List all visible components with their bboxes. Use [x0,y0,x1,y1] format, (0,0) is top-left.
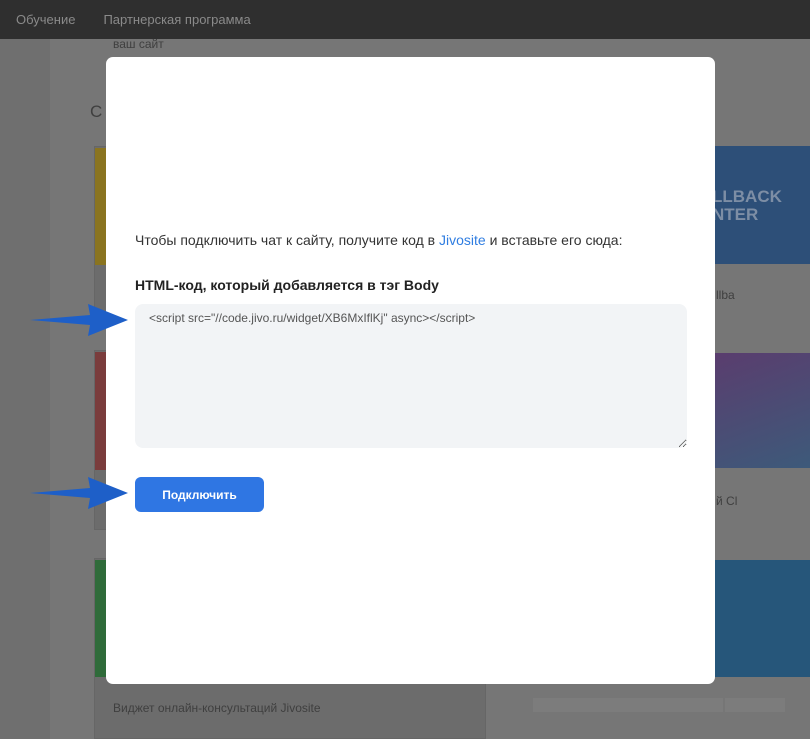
code-field-label: HTML-код, который добавляется в тэг Body [135,277,439,293]
intro-text: Чтобы подключить чат к сайту, получите к… [135,232,439,248]
connect-button[interactable]: Подключить [135,477,264,512]
nav-item-partner-program[interactable]: Партнерская программа [103,12,250,27]
card-text: й Cl [716,494,738,508]
connect-chat-modal: Чтобы подключить чат к сайту, получите к… [106,57,715,684]
intro-text: и вставьте его сюда: [485,232,623,248]
card-title-jivosite: Виджет онлайн-консультаций Jivosite [113,701,321,715]
top-nav: Обучение Партнерская программа [0,0,810,39]
arrow-icon [30,477,128,509]
background-site-text: ваш сайт [113,37,164,51]
arrow-icon [30,304,128,336]
card-image-chat [715,353,810,468]
modal-intro: Чтобы подключить чат к сайту, получите к… [135,232,622,248]
nav-item-learning[interactable]: Обучение [16,12,75,27]
placeholder-bar [725,698,785,712]
card-image-bubbles [715,560,810,677]
card-text: llba [716,288,735,302]
jivosite-link[interactable]: Jivosite [439,232,486,248]
html-code-input[interactable] [135,304,687,448]
callback-logo: LLBACK NTER [712,187,782,224]
placeholder-bar [533,698,723,712]
background-section-title: С [90,102,103,121]
